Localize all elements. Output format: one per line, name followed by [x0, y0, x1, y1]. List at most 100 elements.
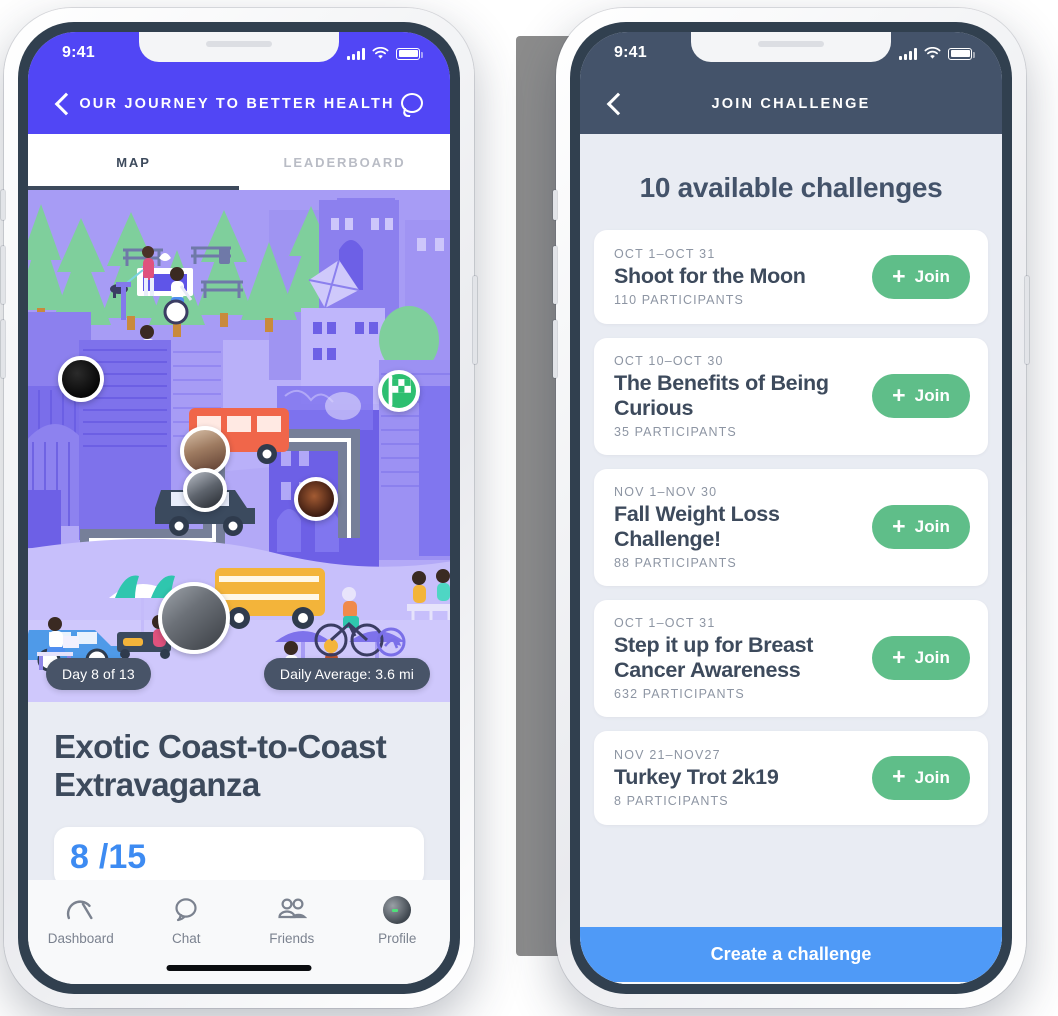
- wifi-icon: [372, 46, 389, 59]
- chat-bubble-icon: [173, 896, 199, 924]
- plus-icon: +: [892, 381, 906, 408]
- avatar-pin-1[interactable]: [58, 356, 104, 402]
- map-leaderboard-tabs: MAP LEADERBOARD: [28, 134, 450, 190]
- join-button[interactable]: + Join: [872, 505, 970, 550]
- tab-chat[interactable]: Chat: [134, 896, 240, 946]
- avatar-pin-current-user[interactable]: [158, 582, 230, 654]
- wifi-icon: [924, 46, 941, 59]
- status-time: 9:41: [62, 44, 95, 61]
- join-button[interactable]: + Join: [872, 755, 970, 800]
- progress-value: 8: [70, 838, 89, 876]
- challenge-card[interactable]: OCT 1–OCT 31 Step it up for Breast Cance…: [594, 599, 988, 717]
- progress-unit: /15: [98, 838, 147, 876]
- challenge-name: Fall Weight Loss Challenge!: [614, 501, 780, 551]
- join-label: Join: [914, 648, 950, 668]
- right-phone-screen: 9:41 JOIN CHALLENGE 10 available challen…: [580, 32, 1002, 984]
- volume-up-button[interactable]: [553, 246, 557, 304]
- progress-card[interactable]: 8 /15: [54, 827, 424, 887]
- screenshot-stage: 9:41 OUR JOURNEY TO BETTER HEALTH MAP LE…: [0, 0, 1058, 1016]
- challenge-date: OCT 1–OCT 31: [614, 615, 716, 630]
- cellular-bars-icon: [899, 47, 917, 60]
- mute-switch[interactable]: [1, 190, 5, 220]
- challenge-name: Step it up for Breast Cancer Awareness: [614, 632, 814, 682]
- volume-up-button[interactable]: [1, 246, 5, 304]
- challenge-card[interactable]: NOV 1–NOV 30 Fall Weight Loss Challenge!…: [594, 468, 988, 586]
- plus-icon: +: [892, 643, 906, 670]
- left-tab-bar: Dashboard Chat Friends Profile: [28, 880, 450, 984]
- right-phone-bezel: 9:41 JOIN CHALLENGE 10 available challen…: [570, 22, 1012, 994]
- finish-flag-icon[interactable]: [378, 370, 420, 412]
- right-app-bar: JOIN CHALLENGE: [580, 74, 1002, 134]
- back-icon[interactable]: [50, 91, 76, 117]
- plus-icon: +: [892, 262, 906, 289]
- challenge-participants: 35 PARTICIPANTS: [614, 424, 737, 439]
- earpiece-speaker: [758, 41, 824, 47]
- challenge-card-text: OCT 1–OCT 31 Shoot for the Moon 110 PART…: [614, 247, 872, 307]
- status-icons: [899, 46, 975, 60]
- tab-map[interactable]: MAP: [28, 134, 239, 190]
- page-title: OUR JOURNEY TO BETTER HEALTH: [79, 96, 395, 112]
- page-title: JOIN CHALLENGE: [711, 96, 871, 112]
- challenge-name: Turkey Trot 2k19: [614, 764, 779, 789]
- challenge-name: Shoot for the Moon: [614, 264, 806, 289]
- challenge-card[interactable]: NOV 21–NOV27 Turkey Trot 2k19 8 PARTICIP…: [594, 730, 988, 825]
- challenge-card-text: NOV 21–NOV27 Turkey Trot 2k19 8 PARTICIP…: [614, 748, 872, 808]
- join-label: Join: [914, 386, 950, 406]
- challenge-participants: 88 PARTICIPANTS: [614, 555, 737, 570]
- speedometer-icon: [66, 896, 96, 924]
- join-label: Join: [914, 767, 950, 787]
- home-indicator[interactable]: [166, 965, 312, 971]
- cellular-bars-icon: [347, 47, 365, 60]
- join-button[interactable]: + Join: [872, 374, 970, 419]
- left-phone-device: 9:41 OUR JOURNEY TO BETTER HEALTH MAP LE…: [1, 8, 477, 1008]
- day-counter-pill: Day 8 of 13: [46, 658, 151, 690]
- join-button[interactable]: + Join: [872, 636, 970, 681]
- challenge-list: OCT 1–OCT 31 Shoot for the Moon 110 PART…: [580, 230, 1002, 825]
- tab-dashboard[interactable]: Dashboard: [28, 896, 134, 946]
- challenge-participants: 8 PARTICIPANTS: [614, 793, 729, 808]
- daily-average-pill: Daily Average: 3.6 mi: [263, 658, 430, 690]
- challenge-card[interactable]: OCT 10–OCT 30 The Benefits of Being Curi…: [594, 338, 988, 455]
- challenge-card-text: NOV 1–NOV 30 Fall Weight Loss Challenge!…: [614, 485, 872, 570]
- back-icon[interactable]: [602, 91, 628, 117]
- notch: [691, 32, 891, 62]
- map-illustration: [28, 190, 450, 702]
- mute-switch[interactable]: [553, 190, 557, 220]
- tab-profile[interactable]: Profile: [345, 896, 451, 946]
- status-icons: [347, 46, 423, 60]
- join-label: Join: [914, 517, 950, 537]
- power-button[interactable]: [1025, 276, 1029, 364]
- status-time: 9:41: [614, 44, 647, 61]
- join-label: Join: [914, 267, 950, 286]
- tab-dashboard-label: Dashboard: [47, 931, 114, 946]
- join-button[interactable]: + Join: [872, 255, 970, 299]
- volume-down-button[interactable]: [1, 320, 5, 378]
- right-tab-bar: Dashboard Chat: [580, 982, 1002, 984]
- avatar-pin-4[interactable]: [294, 477, 338, 521]
- challenge-participants: 632 PARTICIPANTS: [614, 686, 745, 701]
- battery-full-icon: [396, 47, 423, 60]
- tab-friends[interactable]: Friends: [239, 896, 345, 946]
- challenge-card-text: OCT 1–OCT 31 Step it up for Breast Cance…: [614, 616, 872, 701]
- chat-bubble-icon[interactable]: [398, 89, 428, 119]
- available-challenges-heading: 10 available challenges: [639, 172, 943, 203]
- challenge-summary: Exotic Coast-to-Coast Extravaganza 8 /15: [28, 702, 450, 887]
- journey-map[interactable]: Day 8 of 13 Daily Average: 3.6 mi: [28, 190, 450, 702]
- create-challenge-button[interactable]: Create a challenge: [580, 927, 1002, 982]
- tab-friends-label: Friends: [269, 931, 315, 946]
- volume-down-button[interactable]: [553, 320, 557, 378]
- notch: [139, 32, 339, 62]
- challenge-name: The Benefits of Being Curious: [614, 371, 829, 420]
- left-phone-screen: 9:41 OUR JOURNEY TO BETTER HEALTH MAP LE…: [28, 32, 450, 984]
- avatar-pin-3[interactable]: [183, 468, 227, 512]
- earpiece-speaker: [206, 41, 272, 47]
- challenge-card[interactable]: OCT 1–OCT 31 Shoot for the Moon 110 PART…: [594, 230, 988, 324]
- plus-icon: +: [892, 512, 906, 539]
- plus-icon: +: [892, 763, 906, 790]
- tab-leaderboard[interactable]: LEADERBOARD: [239, 134, 450, 190]
- challenge-participants: 110 PARTICIPANTS: [614, 292, 744, 307]
- power-button[interactable]: [473, 276, 477, 364]
- left-phone-bezel: 9:41 OUR JOURNEY TO BETTER HEALTH MAP LE…: [18, 22, 460, 994]
- people-icon: [277, 896, 307, 924]
- challenge-title: Exotic Coast-to-Coast Extravaganza: [54, 728, 387, 804]
